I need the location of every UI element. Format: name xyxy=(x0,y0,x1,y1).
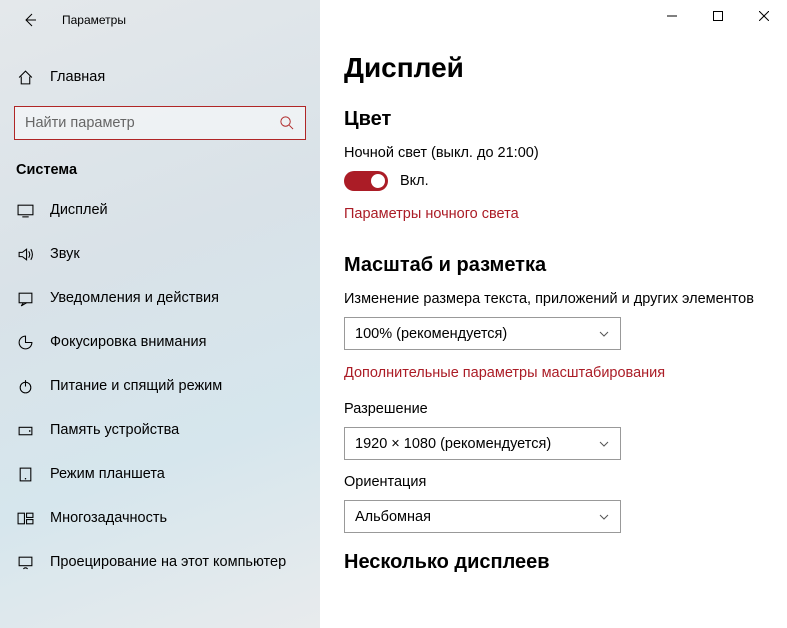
resolution-select[interactable]: 1920 × 1080 (рекомендуется) xyxy=(344,427,621,460)
toggle-knob xyxy=(371,174,385,188)
orientation-select[interactable]: Альбомная xyxy=(344,500,621,533)
multitasking-icon xyxy=(16,509,34,527)
window-title: Параметры xyxy=(62,13,126,27)
section-color-heading: Цвет xyxy=(344,108,763,131)
close-icon xyxy=(759,11,769,21)
sidebar-item-label: Режим планшета xyxy=(50,466,165,482)
resolution-label: Разрешение xyxy=(344,401,763,417)
night-light-toggle-row: Вкл. xyxy=(344,171,763,191)
sidebar: Параметры Главная Система Дисплей Звук xyxy=(0,0,320,628)
sidebar-item-sound[interactable]: Звук xyxy=(0,232,320,276)
sidebar-nav: Дисплей Звук Уведомления и действия Фоку… xyxy=(0,188,320,628)
advanced-scaling-link[interactable]: Дополнительные параметры масштабирования xyxy=(344,365,665,381)
sidebar-item-label: Питание и спящий режим xyxy=(50,378,222,394)
sidebar-category: Система xyxy=(0,152,320,188)
sidebar-item-label: Память устройства xyxy=(50,422,179,438)
orientation-label: Ориентация xyxy=(344,474,763,490)
sidebar-item-tablet[interactable]: Режим планшета xyxy=(0,452,320,496)
back-button[interactable] xyxy=(20,10,40,30)
scale-label: Изменение размера текста, приложений и д… xyxy=(344,291,763,307)
sidebar-item-focus[interactable]: Фокусировка внимания xyxy=(0,320,320,364)
home-icon xyxy=(16,68,34,86)
search-box[interactable] xyxy=(14,106,306,140)
sidebar-item-storage[interactable]: Память устройства xyxy=(0,408,320,452)
sidebar-item-power[interactable]: Питание и спящий режим xyxy=(0,364,320,408)
sidebar-item-projecting[interactable]: Проецирование на этот компьютер xyxy=(0,540,320,584)
maximize-icon xyxy=(713,11,723,21)
sidebar-item-label: Звук xyxy=(50,246,80,262)
sidebar-item-label: Проецирование на этот компьютер xyxy=(50,554,286,570)
maximize-button[interactable] xyxy=(695,0,741,32)
resolution-value: 1920 × 1080 (рекомендуется) xyxy=(355,436,551,452)
sidebar-home-label: Главная xyxy=(50,69,105,85)
sidebar-item-label: Уведомления и действия xyxy=(50,290,219,306)
page-title: Дисплей xyxy=(344,52,763,84)
sidebar-item-display[interactable]: Дисплей xyxy=(0,188,320,232)
sidebar-item-notifications[interactable]: Уведомления и действия xyxy=(0,276,320,320)
chevron-down-icon xyxy=(598,511,610,523)
projecting-icon xyxy=(16,553,34,571)
settings-app: Параметры Главная Система Дисплей Звук xyxy=(0,0,787,628)
tablet-icon xyxy=(16,465,34,483)
section-multi-heading: Несколько дисплеев xyxy=(344,551,763,574)
night-light-settings-link[interactable]: Параметры ночного света xyxy=(344,206,519,222)
sidebar-item-label: Многозадачность xyxy=(50,510,167,526)
minimize-icon xyxy=(667,11,677,21)
scale-value: 100% (рекомендуется) xyxy=(355,326,507,342)
night-light-status: Ночной свет (выкл. до 21:00) xyxy=(344,145,763,161)
sidebar-home[interactable]: Главная xyxy=(0,56,320,98)
chevron-down-icon xyxy=(598,438,610,450)
scale-select[interactable]: 100% (рекомендуется) xyxy=(344,317,621,350)
night-light-toggle-label: Вкл. xyxy=(400,173,429,189)
display-icon xyxy=(16,201,34,219)
sound-icon xyxy=(16,245,34,263)
orientation-value: Альбомная xyxy=(355,509,431,525)
main-panel: Дисплей Цвет Ночной свет (выкл. до 21:00… xyxy=(320,0,787,628)
arrow-left-icon xyxy=(22,12,38,28)
window-controls xyxy=(649,0,787,32)
notifications-icon xyxy=(16,289,34,307)
content: Дисплей Цвет Ночной свет (выкл. до 21:00… xyxy=(320,0,787,628)
minimize-button[interactable] xyxy=(649,0,695,32)
chevron-down-icon xyxy=(598,328,610,340)
search-input[interactable] xyxy=(25,115,279,131)
section-scale-heading: Масштаб и разметка xyxy=(344,254,763,277)
search-icon xyxy=(279,115,295,131)
storage-icon xyxy=(16,421,34,439)
sidebar-item-multitasking[interactable]: Многозадачность xyxy=(0,496,320,540)
focus-icon xyxy=(16,333,34,351)
titlebar: Параметры xyxy=(0,0,320,40)
sidebar-item-label: Фокусировка внимания xyxy=(50,334,206,350)
night-light-toggle[interactable] xyxy=(344,171,388,191)
sidebar-item-label: Дисплей xyxy=(50,202,108,218)
power-icon xyxy=(16,377,34,395)
close-button[interactable] xyxy=(741,0,787,32)
